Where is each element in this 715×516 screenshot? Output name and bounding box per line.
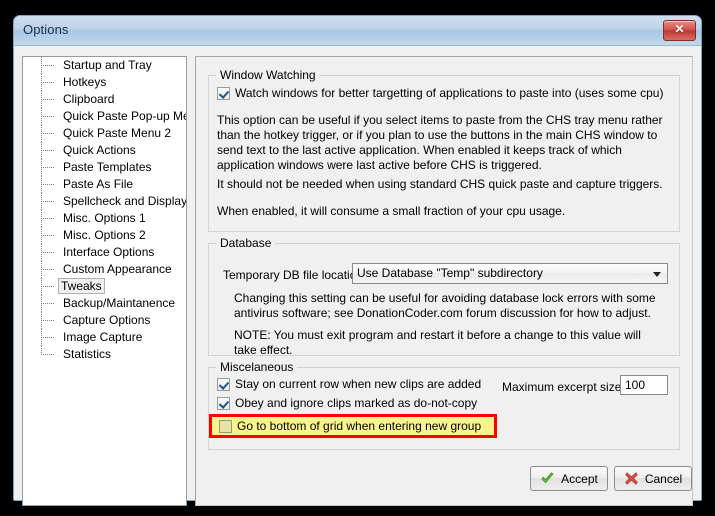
group-database: Database Temporary DB file location: Use… [208,236,680,357]
checkbox-stay-on-current-row[interactable]: Stay on current row when new clips are a… [217,377,481,391]
sidebar-item-quick-paste-menu-2[interactable]: Quick Paste Menu 2 [23,125,186,142]
group-miscellaneous: Miscelaneous Stay on current row when ne… [208,360,680,450]
tree-connector-horizontal [41,320,54,321]
tree-connector-horizontal [41,354,54,355]
sidebar-item-tweaks[interactable]: Tweaks [23,278,186,295]
checkbox-go-to-bottom-of-grid[interactable]: Go to bottom of grid when entering new g… [219,419,481,433]
checkbox-watch-windows-box[interactable] [217,87,230,100]
sidebar-item-spellcheck-and-display[interactable]: Spellcheck and Display [23,193,186,210]
group-title-window-watching: Window Watching [216,68,320,82]
checkbox-obey-do-not-copy-label: Obey and ignore clips marked as do-not-c… [235,396,478,410]
maximum-excerpt-size-input[interactable]: 100 [620,375,668,395]
cancel-button[interactable]: Cancel [614,466,692,491]
sidebar-item-image-capture[interactable]: Image Capture [23,329,186,346]
sidebar-item-label: Misc. Options 2 [63,228,146,242]
title-bar: Options ✕ [14,16,701,46]
tree-connector-horizontal [41,82,54,83]
temp-db-location-value: Use Database "Temp" subdirectory [357,266,543,280]
sidebar-item-label: Hotkeys [63,75,107,89]
tree-connector-horizontal [41,201,54,202]
sidebar-item-statistics[interactable]: Statistics [23,346,186,363]
group-title-miscellaneous: Miscelaneous [216,360,298,374]
window-watching-paragraph-3: When enabled, it will consume a small fr… [217,204,566,218]
checkbox-stay-on-current-row-box[interactable] [217,378,230,391]
sidebar-item-label: Custom Appearance [63,262,172,276]
tree-connector-horizontal [41,303,54,304]
tree-connector-horizontal [41,133,54,134]
window-title: Options [23,22,69,37]
database-note-2: NOTE: You must exit program and restart … [234,328,641,357]
group-title-database: Database [216,236,276,250]
tree-connector-horizontal [41,65,54,66]
options-dialog-window: Options ✕ Startup and Tray Hotkeys Clipboa… [13,15,702,506]
sidebar-item-label: Spellcheck and Display [63,194,187,208]
tree-connector-horizontal [41,116,54,117]
accept-button-label: Accept [561,471,598,486]
tree-connector-horizontal [41,235,54,236]
sidebar-item-quick-actions[interactable]: Quick Actions [23,142,186,159]
maximum-excerpt-size-value: 100 [625,378,646,392]
sidebar-item-backup-maintanence[interactable]: Backup/Maintanence [23,295,186,312]
tree-connector-horizontal [41,150,54,151]
window-watching-paragraph-1: This option can be useful if you select … [217,113,663,172]
checkbox-go-to-bottom-of-grid-label: Go to bottom of grid when entering new g… [237,419,482,433]
sidebar-item-label: Misc. Options 1 [63,211,146,225]
cancel-button-label: Cancel [644,471,683,486]
sidebar-item-label: Startup and Tray [63,58,152,72]
window-watching-paragraph-2: It should not be needed when using stand… [217,177,663,191]
checkbox-obey-do-not-copy[interactable]: Obey and ignore clips marked as do-not-c… [217,396,477,410]
checkbox-obey-do-not-copy-box[interactable] [217,397,230,410]
close-button[interactable]: ✕ [663,20,696,41]
accept-button[interactable]: Accept [530,466,608,491]
sidebar-item-label: Image Capture [63,330,143,344]
tree-connector-horizontal [41,286,54,287]
tree-connector-horizontal [41,184,54,185]
sidebar-item-label: Paste Templates [63,160,152,174]
sidebar-item-label: Capture Options [63,313,151,327]
checkbox-stay-on-current-row-label: Stay on current row when new clips are a… [235,377,482,391]
temp-db-location-label: Temporary DB file location: [223,268,367,282]
sidebar-item-paste-as-file[interactable]: Paste As File [23,176,186,193]
sidebar-item-label: Quick Paste Pop-up Menu [63,109,186,123]
sidebar-item-label: Interface Options [63,245,155,259]
tree-connector-horizontal [41,167,54,168]
temp-db-location-dropdown[interactable]: Use Database "Temp" subdirectory [352,263,668,284]
tree-connector-horizontal [41,337,54,338]
checkbox-watch-windows[interactable]: Watch windows for better targetting of a… [217,86,663,100]
sidebar-item-label: Clipboard [63,92,115,106]
sidebar-item-clipboard[interactable]: Clipboard [23,91,186,108]
sidebar-item-interface-options[interactable]: Interface Options [23,244,186,261]
sidebar-item-capture-options[interactable]: Capture Options [23,312,186,329]
sidebar-item-label: Paste As File [63,177,134,191]
sidebar-item-label: Tweaks [58,278,105,294]
database-note-1: Changing this setting can be useful for … [234,291,656,320]
sidebar-item-label: Statistics [63,347,112,361]
sidebar-item-startup-and-tray[interactable]: Startup and Tray [23,57,186,74]
dialog-client-area: Startup and Tray Hotkeys Clipboard Quick Pa… [14,47,701,506]
sidebar-item-label: Quick Paste Menu 2 [63,126,172,140]
sidebar-item-quick-paste-pop-up-menu[interactable]: Quick Paste Pop-up Menu [23,108,186,125]
sidebar-item-hotkeys[interactable]: Hotkeys [23,74,186,91]
sidebar-item-label: Quick Actions [63,143,136,157]
tree-connector-horizontal [41,218,54,219]
sidebar-item-label: Backup/Maintanence [63,296,176,310]
settings-category-tree[interactable]: Startup and Tray Hotkeys Clipboard Quick Pa… [22,56,187,506]
sidebar-item-misc-options-1[interactable]: Misc. Options 1 [23,210,186,227]
sidebar-item-custom-appearance[interactable]: Custom Appearance [23,261,186,278]
chevron-down-icon[interactable] [653,272,661,277]
tree-connector-horizontal [41,252,54,253]
checkmark-icon [541,472,554,484]
tree-connector-horizontal [41,99,54,100]
sidebar-item-misc-options-2[interactable]: Misc. Options 2 [23,227,186,244]
x-mark-icon [625,472,638,485]
close-icon: ✕ [674,22,685,36]
checkbox-go-to-bottom-of-grid-box[interactable] [219,420,232,433]
group-window-watching: Window Watching Watch windows for better… [208,68,680,232]
checkbox-watch-windows-label: Watch windows for better targetting of a… [235,86,664,100]
maximum-excerpt-size-label: Maximum excerpt size: [502,380,625,394]
sidebar-item-paste-templates[interactable]: Paste Templates [23,159,186,176]
settings-detail-panel: Window Watching Watch windows for better… [195,56,693,506]
tree-connector-horizontal [41,269,54,270]
